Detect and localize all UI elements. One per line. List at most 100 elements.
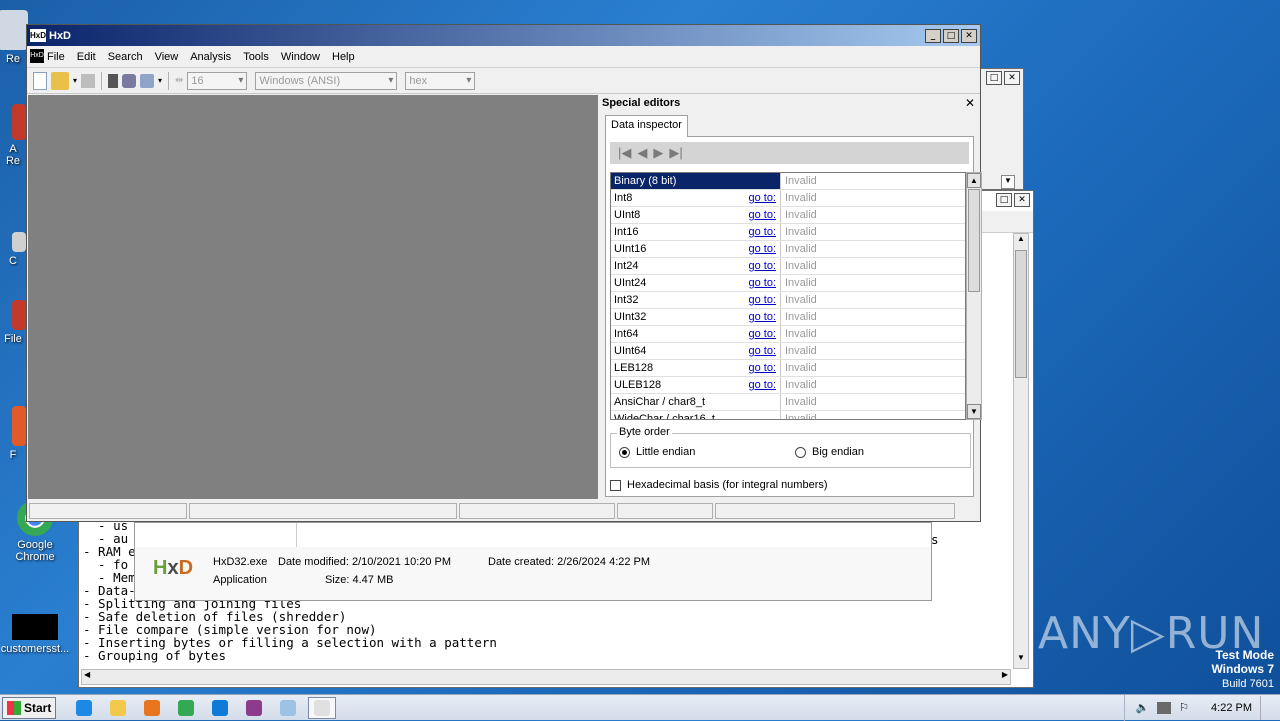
menu-edit[interactable]: Edit [71,51,102,63]
inspector-row[interactable]: LEB128 go to: Invalid [611,360,965,377]
big-endian-radio[interactable]: Big endian [795,446,864,458]
maximize-icon[interactable]: □ [996,193,1012,207]
inspector-row[interactable]: UInt16 go to: Invalid [611,241,965,258]
open-disk-icon[interactable] [108,73,119,88]
inspector-value-cell[interactable]: Invalid [781,275,817,291]
bytes-per-row-select[interactable]: 16 [187,71,248,90]
taskbar-app-notepad[interactable] [274,697,302,719]
inspector-row[interactable]: Int24 go to: Invalid [611,258,965,275]
network-icon[interactable] [1157,701,1172,714]
goto-link[interactable]: go to: [748,343,776,359]
close-icon[interactable]: ✕ [965,96,975,110]
taskbar-app-edge[interactable] [206,697,234,719]
maximize-icon[interactable]: □ [943,28,959,43]
scroll-down-icon[interactable]: ▼ [967,404,981,419]
open-drive-icon[interactable] [140,73,155,88]
inspector-value-cell[interactable]: Invalid [781,207,817,223]
taskbar-app-ie[interactable] [70,697,98,719]
goto-link[interactable]: go to: [748,292,776,308]
inspector-row[interactable]: Int32 go to: Invalid [611,292,965,309]
action-center-icon[interactable]: ⚐ [1179,701,1189,714]
inspector-value-cell[interactable]: Invalid [781,360,817,376]
goto-link[interactable]: go to: [748,207,776,223]
scroll-up-icon[interactable]: ▲ [967,173,981,188]
taskbar-app-media[interactable] [138,697,166,719]
inspector-row[interactable]: Binary (8 bit) Invalid [611,173,965,190]
hex-basis-checkbox[interactable]: Hexadecimal basis (for integral numbers) [610,479,828,491]
menu-view[interactable]: View [149,51,185,63]
clock[interactable]: 4:22 PM [1211,702,1252,714]
previous-icon[interactable]: ◀ [637,145,647,161]
inspector-row[interactable]: AnsiChar / char8_t Invalid [611,394,965,411]
new-file-icon[interactable] [33,71,47,90]
menu-search[interactable]: Search [102,51,149,63]
minimize-icon[interactable]: _ [925,28,941,43]
open-ram-icon[interactable] [122,73,137,88]
menu-tools[interactable]: Tools [237,51,275,63]
inspector-value-cell[interactable]: Invalid [781,292,817,308]
inspector-row[interactable]: Int64 go to: Invalid [611,326,965,343]
inspector-value-cell[interactable]: Invalid [781,173,817,189]
inspector-row[interactable]: WideChar / char16_t Invalid [611,411,965,419]
hxd-window[interactable]: HxD HxD _ □ ✕ HxD File Edit Search View … [26,24,982,522]
inspector-grid[interactable]: Binary (8 bit) Invalid Int8 go to: Invalid UI… [610,172,966,420]
open-file-icon[interactable] [51,71,69,90]
inspector-value-cell[interactable]: Invalid [781,309,817,325]
menu-help[interactable]: Help [326,51,361,63]
menu-analysis[interactable]: Analysis [184,51,237,63]
goto-link[interactable]: go to: [748,258,776,274]
goto-link[interactable]: go to: [748,326,776,342]
offset-base-select[interactable]: hex [405,71,476,90]
inspector-row[interactable]: Int8 go to: Invalid [611,190,965,207]
chevron-down-icon[interactable]: ▼ [1001,175,1015,189]
menu-window[interactable]: Window [275,51,326,63]
scroll-up-icon[interactable]: ▲ [1014,234,1028,249]
little-endian-radio[interactable]: Little endian [619,446,695,458]
volume-icon[interactable]: 🔈 [1135,701,1149,714]
hxd-titlebar[interactable]: HxD HxD _ □ ✕ [27,25,980,46]
inspector-value-cell[interactable]: Invalid [781,377,817,393]
show-desktop-button[interactable] [1260,695,1270,720]
editor-hscrollbar[interactable]: ◀ ▶ [81,669,1011,685]
inspector-vscrollbar[interactable]: ▲ ▼ [966,172,982,420]
taskbar-app-chrome[interactable] [172,697,200,719]
next-icon[interactable]: ▶ [653,145,663,161]
document-icon[interactable]: HxD [30,49,44,63]
start-button[interactable]: Start [2,696,56,719]
inspector-row[interactable]: UInt24 go to: Invalid [611,275,965,292]
goto-link[interactable]: go to: [748,190,776,206]
inspector-row[interactable]: UInt8 go to: Invalid [611,207,965,224]
goto-link[interactable]: go to: [748,275,776,291]
inspector-row[interactable]: ULEB128 go to: Invalid [611,377,965,394]
first-icon[interactable]: |◀ [618,145,631,161]
scroll-thumb[interactable] [1015,250,1027,378]
taskbar-app-explorer[interactable] [104,697,132,719]
scroll-right-icon[interactable]: ▶ [1002,670,1008,679]
taskbar-app-winrar[interactable] [240,697,268,719]
inspector-row[interactable]: Int16 go to: Invalid [611,224,965,241]
save-icon[interactable] [81,73,96,88]
goto-link[interactable]: go to: [748,241,776,257]
goto-link[interactable]: go to: [748,224,776,240]
close-icon[interactable]: ✕ [961,28,977,43]
scroll-thumb[interactable] [968,189,980,292]
close-icon[interactable]: ✕ [1004,71,1020,85]
inspector-value-cell[interactable]: Invalid [781,326,817,342]
inspector-row[interactable]: UInt32 go to: Invalid [611,309,965,326]
workspace-area[interactable] [28,95,598,499]
desktop-icon-customers[interactable]: customersst... [0,614,70,655]
taskbar-app-hxd[interactable] [308,696,336,719]
drive-dropdown-icon[interactable]: ▾ [158,76,162,85]
goto-link[interactable]: go to: [748,360,776,376]
inspector-value-cell[interactable]: Invalid [781,190,817,206]
last-icon[interactable]: ▶| [669,145,682,161]
inspector-value-cell[interactable]: Invalid [781,411,817,419]
inspector-value-cell[interactable]: Invalid [781,224,817,240]
inspector-value-cell[interactable]: Invalid [781,258,817,274]
inspector-row[interactable]: UInt64 go to: Invalid [611,343,965,360]
close-icon[interactable]: ✕ [1014,193,1030,207]
tab-data-inspector[interactable]: Data inspector [605,115,688,137]
menu-file[interactable]: File [41,51,71,63]
scroll-down-icon[interactable]: ▼ [1014,653,1028,668]
open-dropdown-icon[interactable]: ▾ [73,76,77,85]
